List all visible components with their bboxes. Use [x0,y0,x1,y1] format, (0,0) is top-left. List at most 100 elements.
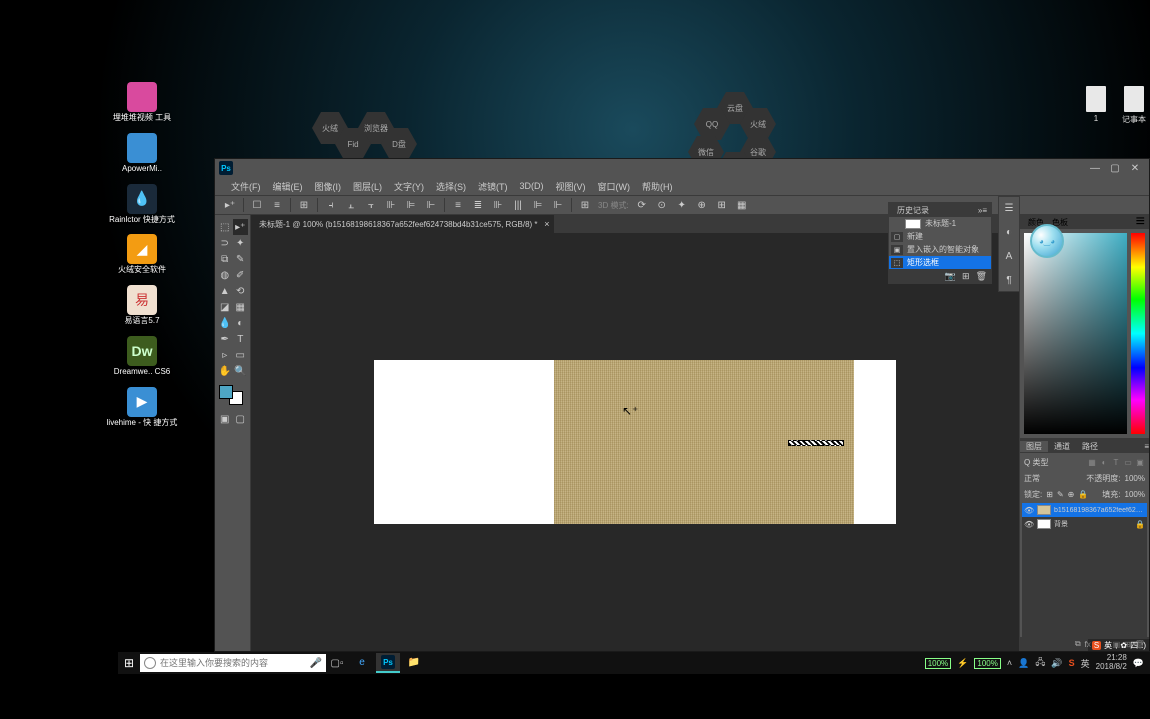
history-tab[interactable]: 历史记录 [893,205,933,216]
color-swatch[interactable] [219,385,243,405]
tool-lasso[interactable]: ⊃ [217,235,233,251]
history-new-state-icon[interactable]: ⊞ [962,271,970,282]
opt-align-1[interactable]: ⫞ [324,198,338,212]
tool-hand[interactable]: ✋ [217,363,233,379]
history-step-new[interactable]: ▢新建 [889,230,991,243]
desktop-icon-rainlector[interactable]: 💧Rainlctor 快捷方式 [118,184,166,225]
tray-network-icon[interactable]: 🖧 [1035,655,1045,671]
opt-3d-2[interactable]: ⊙ [655,198,669,212]
taskbar-app-photoshop[interactable]: Ps [376,653,400,673]
ime-sogou-icon[interactable]: S [1092,641,1101,650]
opacity-value[interactable]: 100% [1125,474,1145,483]
filter-adjust-icon[interactable]: ◐ [1099,457,1109,467]
desktop-icon-eyuyan[interactable]: 易易语言5.7 [118,285,166,326]
taskbar-search[interactable]: 🎤 [140,654,326,672]
layer-thumb[interactable] [1037,519,1051,529]
menu-type[interactable]: 文字(Y) [388,178,430,195]
tool-type[interactable]: T [233,331,249,347]
tool-history-brush[interactable]: ⟲ [233,283,249,299]
ime-skin-icon[interactable]: ✿ [1120,641,1127,650]
taskbar-clock[interactable]: 21:28 2018/8/2 [1096,654,1127,672]
minimize-button[interactable]: — [1085,161,1105,175]
layer-thumb[interactable] [1037,505,1051,515]
tool-zoom[interactable]: 🔍 [233,363,249,379]
layers-tab-layers[interactable]: 图层 [1020,441,1048,452]
filter-smart-icon[interactable]: ▣ [1135,457,1145,467]
color-field[interactable] [1024,233,1127,434]
opt-auto-select[interactable]: ☐ [250,198,264,212]
battery-indicator-1[interactable]: 100% [925,658,951,669]
taskbar-app-edge[interactable]: e [350,653,374,673]
desktop-icon-apower[interactable]: ApowerMi.. [118,133,166,174]
desktop-icon-huorong[interactable]: ◢火绒安全软件 [118,234,166,275]
doc-tab-untitled[interactable]: 未标题-1 @ 100% (b15168198618367a652feef624… [251,215,554,233]
maximize-button[interactable]: ▢ [1105,161,1125,175]
tray-expand-icon[interactable]: ˄ [1007,658,1012,668]
desktop-file-notepad[interactable]: 记事本 [1122,86,1146,125]
layer-visibility-icon[interactable]: 👁 [1024,506,1034,515]
search-input[interactable] [160,658,306,668]
desktop-file-1[interactable]: 1 [1086,86,1106,125]
history-delete-icon[interactable]: 🗑 [976,271,987,282]
ime-punct[interactable]: , [1115,641,1117,650]
history-step-marquee[interactable]: ⬚矩形选框 [889,256,991,269]
tool-blur[interactable]: 💧 [217,315,233,331]
opt-align-6[interactable]: ⊩ [424,198,438,212]
opt-3d-3[interactable]: ✦ [675,198,689,212]
layers-tab-paths[interactable]: 路径 [1076,441,1104,452]
layers-panel-menu[interactable]: ≡ [1144,442,1149,451]
opt-3d-5[interactable]: ⊞ [715,198,729,212]
mic-icon[interactable]: 🎤 [310,658,322,669]
lock-trans-icon[interactable]: ⊞ [1046,490,1053,499]
opt-3d-4[interactable]: ⊕ [695,198,709,212]
start-button[interactable]: ⊞ [118,652,140,674]
tool-wand[interactable]: ✦ [233,235,249,251]
tool-pen[interactable]: ✒ [217,331,233,347]
tool-eraser[interactable]: ◪ [217,299,233,315]
menu-file[interactable]: 文件(F) [225,178,267,195]
tool-shape[interactable]: ▭ [233,347,249,363]
tray-volume-icon[interactable]: 🔊 [1051,658,1062,669]
opt-dist-3[interactable]: ⊪ [491,198,505,212]
canvas[interactable]: ↖⁺ [374,360,896,524]
opt-3d-1[interactable]: ⟳ [635,198,649,212]
assistant-bubble[interactable]: ◕‿◕ [1030,224,1064,258]
ime-keyboard-icon[interactable]: 四 [1130,640,1138,651]
opt-transform-controls[interactable]: ⊞ [297,198,311,212]
tool-eyedropper[interactable]: ✎ [233,251,249,267]
tray-ime-lang[interactable]: 英 [1081,657,1090,670]
tool-crop[interactable]: ⧉ [217,251,233,267]
opt-dist-6[interactable]: ⊩ [551,198,565,212]
history-camera-icon[interactable]: 📷 [945,271,956,282]
menu-help[interactable]: 帮助(H) [636,178,679,195]
tool-screenmode[interactable]: ▢ [235,411,247,427]
opt-layers-dropdown[interactable]: ≡ [270,198,284,212]
tray-people-icon[interactable]: 👤 [1018,658,1029,669]
foreground-color[interactable] [219,385,233,399]
lock-pixels-icon[interactable]: ✎ [1057,490,1064,499]
tray-ime-s-icon[interactable]: S [1069,658,1075,668]
menu-select[interactable]: 选择(S) [430,178,472,195]
canvas-viewport[interactable]: ↖⁺ [251,233,1019,651]
tool-heal[interactable]: ◍ [217,267,233,283]
tool-gradient[interactable]: ▦ [233,299,249,315]
layer-name[interactable]: 背景 [1054,519,1132,529]
tool-marquee[interactable]: ⬚ [217,219,233,235]
collapsed-para-icon[interactable]: ¶ [1002,273,1016,287]
close-button[interactable]: ✕ [1125,161,1145,175]
tool-quickmask[interactable]: ▣ [219,411,231,427]
tool-stamp[interactable]: ▲ [217,283,233,299]
task-view-button[interactable]: ▢▫ [326,658,348,669]
layer-visibility-icon[interactable]: 👁 [1024,520,1034,529]
lock-all-icon[interactable]: 🔒 [1078,490,1088,499]
desktop-icon-livehime[interactable]: ▶livehime - 快 捷方式 [118,387,166,428]
lock-pos-icon[interactable]: ⊕ [1068,490,1075,499]
history-step-place[interactable]: ▣置入嵌入的智能对象 [889,243,991,256]
collapsed-libraries-icon[interactable]: ☰ [1002,201,1016,215]
tool-brush[interactable]: ✐ [233,267,249,283]
fill-value[interactable]: 100% [1125,490,1145,499]
battery-indicator-2[interactable]: 100% [974,658,1000,669]
layer-name[interactable]: b15168198367a652feef624... [1054,507,1145,514]
opt-dist-1[interactable]: ≡ [451,198,465,212]
taskbar-app-explorer[interactable]: 📁 [402,653,426,673]
